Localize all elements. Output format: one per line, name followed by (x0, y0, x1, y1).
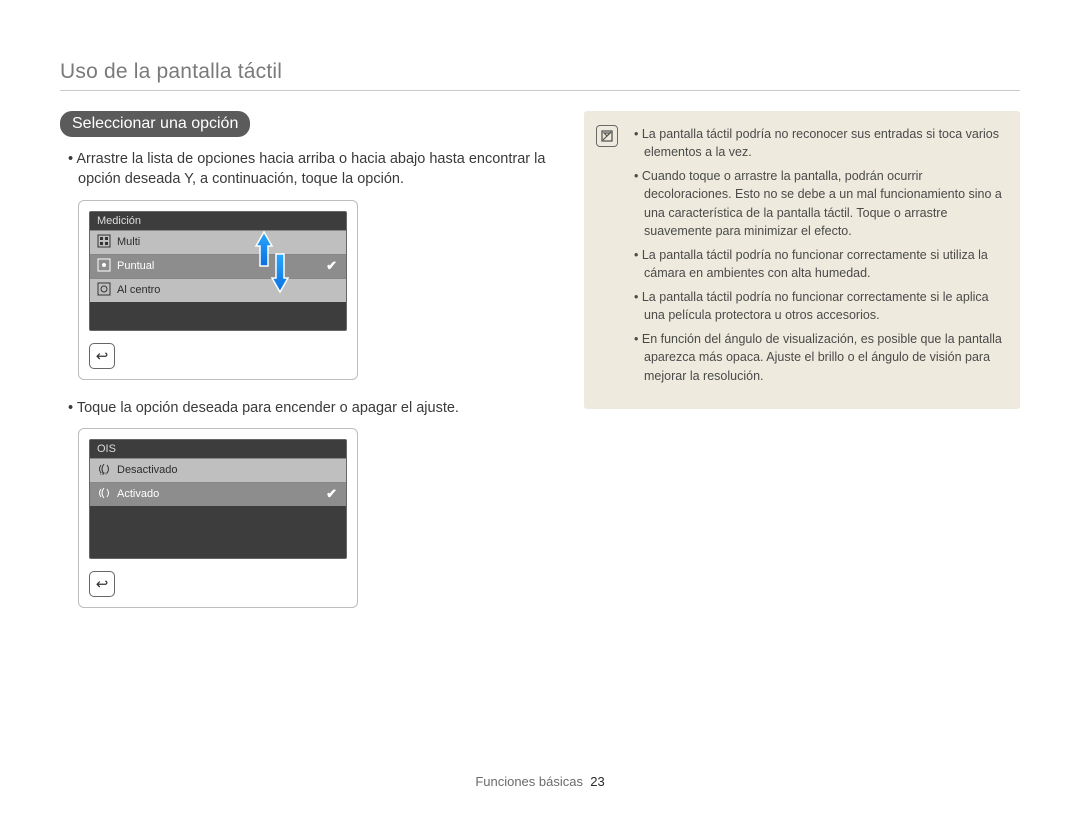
menu-label: Activado (117, 488, 320, 500)
note-box: La pantalla táctil podría no reconocer s… (584, 111, 1020, 409)
menu-label: Al centro (117, 284, 339, 296)
camera-screen: Medición Multi Puntual ✔ (89, 211, 347, 331)
menu-row-ois-on[interactable]: Activado ✔ (90, 482, 346, 506)
back-button[interactable]: ↩ (89, 571, 115, 597)
back-button[interactable]: ↩ (89, 343, 115, 369)
screen-mock-ois: ⓘ OIS OFF Desactivado Activado (78, 428, 358, 608)
metering-spot-icon (97, 258, 111, 275)
menu-row-center[interactable]: Al centro (90, 278, 346, 302)
metering-multi-icon (97, 234, 111, 251)
footer-section-label: Funciones básicas (475, 774, 583, 789)
menu-label: Multi (117, 236, 339, 248)
svg-text:OFF: OFF (100, 471, 109, 476)
menu-row-multi[interactable]: Multi (90, 230, 346, 254)
note-item: La pantalla táctil podría no reconocer s… (634, 125, 1002, 161)
ois-on-icon (97, 486, 111, 503)
note-item: Cuando toque o arrastre la pantalla, pod… (634, 167, 1002, 240)
screen-title: OIS (90, 440, 346, 458)
back-icon: ↩ (96, 347, 109, 365)
note-list: La pantalla táctil podría no reconocer s… (634, 125, 1002, 385)
back-icon: ↩ (96, 575, 109, 593)
note-icon (596, 125, 618, 147)
screen-mock-metering: ⓘ Medición Multi Puntual (78, 200, 358, 380)
section-heading: Seleccionar una opción (60, 111, 250, 137)
page-title: Uso de la pantalla táctil (60, 60, 1020, 84)
menu-row-spot[interactable]: Puntual ✔ (90, 254, 346, 278)
metering-center-icon (97, 282, 111, 299)
title-divider (60, 90, 1020, 91)
camera-screen: OIS OFF Desactivado Activado ✔ (89, 439, 347, 559)
instruction-toggle: Toque la opción deseada para encender o … (78, 398, 550, 418)
menu-row-ois-off[interactable]: OFF Desactivado (90, 458, 346, 482)
page-footer: Funciones básicas 23 (0, 774, 1080, 789)
screen-title: Medición (90, 212, 346, 230)
right-column: La pantalla táctil podría no reconocer s… (584, 111, 1020, 626)
selected-check-icon: ✔ (326, 486, 339, 502)
ois-off-icon: OFF (97, 462, 111, 479)
selected-check-icon: ✔ (326, 258, 339, 274)
left-column: Seleccionar una opción Arrastre la lista… (60, 111, 550, 626)
note-item: En función del ángulo de visualización, … (634, 330, 1002, 384)
note-item: La pantalla táctil podría no funcionar c… (634, 246, 1002, 282)
footer-page-number: 23 (590, 774, 604, 789)
note-item: La pantalla táctil podría no funcionar c… (634, 288, 1002, 324)
menu-label: Puntual (117, 260, 320, 272)
instruction-drag: Arrastre la lista de opciones hacia arri… (78, 149, 550, 190)
menu-label: Desactivado (117, 464, 339, 476)
